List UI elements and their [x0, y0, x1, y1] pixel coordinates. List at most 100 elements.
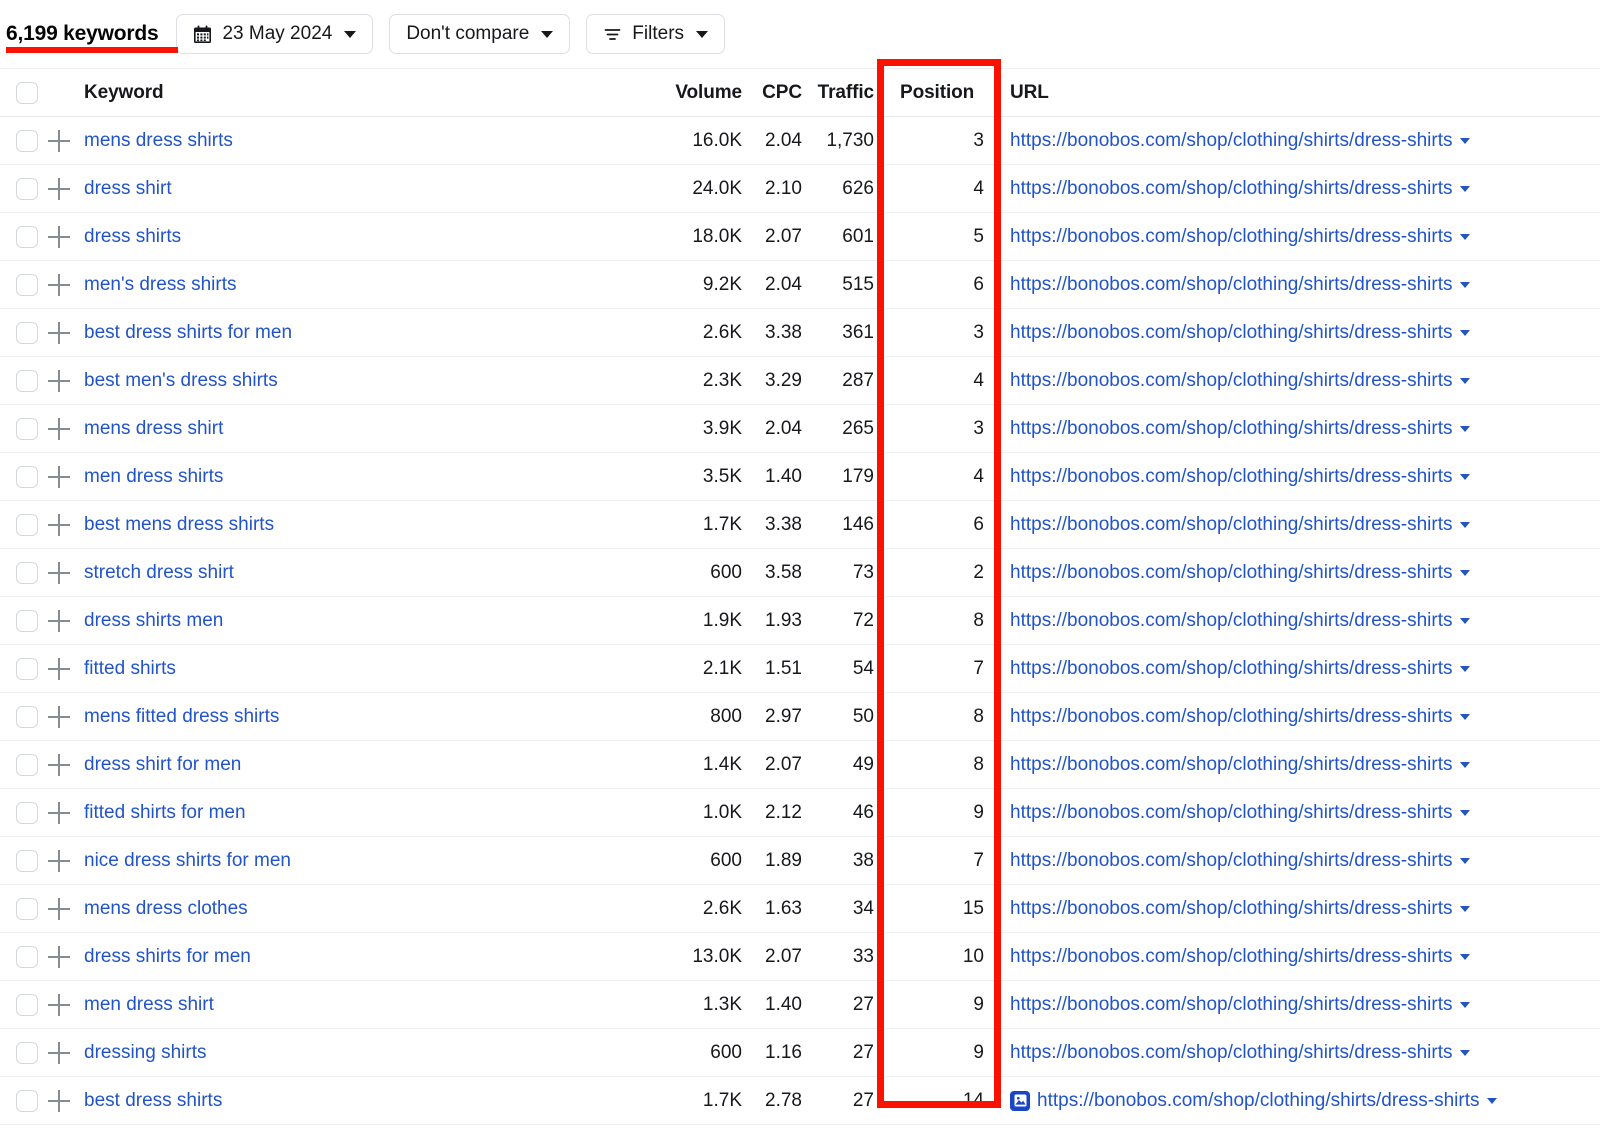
chevron-down-icon[interactable]: [1460, 137, 1471, 144]
url-link[interactable]: https://bonobos.com/shop/clothing/shirts…: [1010, 802, 1452, 824]
keyword-link[interactable]: fitted shirts: [84, 658, 176, 679]
keyword-link[interactable]: men dress shirts: [84, 466, 223, 487]
url-link[interactable]: https://bonobos.com/shop/clothing/shirts…: [1010, 610, 1452, 632]
chevron-down-icon[interactable]: [1460, 665, 1471, 672]
date-picker-button[interactable]: 23 May 2024: [176, 14, 374, 54]
keyword-link[interactable]: dress shirts men: [84, 610, 223, 631]
url-link[interactable]: https://bonobos.com/shop/clothing/shirts…: [1010, 706, 1452, 728]
add-keyword-icon[interactable]: [48, 1089, 70, 1112]
keyword-link[interactable]: best dress shirts: [84, 1090, 222, 1111]
row-checkbox[interactable]: [16, 369, 38, 392]
add-keyword-icon[interactable]: [48, 225, 70, 248]
keyword-link[interactable]: best dress shirts for men: [84, 322, 292, 343]
keyword-link[interactable]: best mens dress shirts: [84, 514, 274, 535]
row-checkbox[interactable]: [16, 561, 38, 584]
add-keyword-icon[interactable]: [48, 561, 70, 584]
keyword-link[interactable]: dressing shirts: [84, 1042, 207, 1063]
add-keyword-icon[interactable]: [48, 657, 70, 680]
url-link[interactable]: https://bonobos.com/shop/clothing/shirts…: [1010, 274, 1452, 296]
add-keyword-icon[interactable]: [48, 753, 70, 776]
row-checkbox[interactable]: [16, 801, 38, 824]
chevron-down-icon[interactable]: [1460, 617, 1471, 624]
add-keyword-icon[interactable]: [48, 417, 70, 440]
row-checkbox[interactable]: [16, 1089, 38, 1112]
chevron-down-icon[interactable]: [1460, 713, 1471, 720]
select-all-checkbox[interactable]: [16, 81, 38, 104]
keyword-link[interactable]: nice dress shirts for men: [84, 850, 291, 871]
keyword-link[interactable]: men's dress shirts: [84, 274, 237, 295]
add-keyword-icon[interactable]: [48, 465, 70, 488]
filters-button[interactable]: Filters: [586, 14, 726, 54]
chevron-down-icon[interactable]: [1460, 905, 1471, 912]
column-header-volume[interactable]: Volume: [654, 69, 750, 117]
add-keyword-icon[interactable]: [48, 945, 70, 968]
add-keyword-icon[interactable]: [48, 369, 70, 392]
url-link[interactable]: https://bonobos.com/shop/clothing/shirts…: [1010, 658, 1452, 680]
url-link[interactable]: https://bonobos.com/shop/clothing/shirts…: [1010, 322, 1452, 344]
keyword-link[interactable]: dress shirts: [84, 226, 181, 247]
add-keyword-icon[interactable]: [48, 849, 70, 872]
row-checkbox[interactable]: [16, 129, 38, 152]
chevron-down-icon[interactable]: [1460, 329, 1471, 336]
add-keyword-icon[interactable]: [48, 129, 70, 152]
row-checkbox[interactable]: [16, 657, 38, 680]
row-checkbox[interactable]: [16, 705, 38, 728]
keyword-link[interactable]: stretch dress shirt: [84, 562, 234, 583]
url-link[interactable]: https://bonobos.com/shop/clothing/shirts…: [1010, 418, 1452, 440]
url-link[interactable]: https://bonobos.com/shop/clothing/shirts…: [1010, 178, 1452, 200]
chevron-down-icon[interactable]: [1460, 473, 1471, 480]
add-keyword-icon[interactable]: [48, 1041, 70, 1064]
chevron-down-icon[interactable]: [1460, 569, 1471, 576]
column-header-url[interactable]: URL: [1000, 69, 1600, 117]
url-link[interactable]: https://bonobos.com/shop/clothing/shirts…: [1010, 898, 1452, 920]
keyword-link[interactable]: mens dress clothes: [84, 898, 248, 919]
add-keyword-icon[interactable]: [48, 321, 70, 344]
url-link[interactable]: https://bonobos.com/shop/clothing/shirts…: [1010, 226, 1452, 248]
row-checkbox[interactable]: [16, 849, 38, 872]
chevron-down-icon[interactable]: [1460, 1049, 1471, 1056]
row-checkbox[interactable]: [16, 753, 38, 776]
url-link[interactable]: https://bonobos.com/shop/clothing/shirts…: [1010, 130, 1452, 152]
compare-dropdown-button[interactable]: Don't compare: [389, 14, 571, 54]
url-link[interactable]: https://bonobos.com/shop/clothing/shirts…: [1010, 754, 1452, 776]
column-header-position[interactable]: Position: [882, 69, 1000, 117]
row-checkbox[interactable]: [16, 897, 38, 920]
add-keyword-icon[interactable]: [48, 897, 70, 920]
row-checkbox[interactable]: [16, 1041, 38, 1064]
chevron-down-icon[interactable]: [1460, 761, 1471, 768]
row-checkbox[interactable]: [16, 177, 38, 200]
url-link[interactable]: https://bonobos.com/shop/clothing/shirts…: [1010, 1042, 1452, 1064]
chevron-down-icon[interactable]: [1460, 1001, 1471, 1008]
column-header-keyword[interactable]: Keyword: [84, 69, 654, 117]
chevron-down-icon[interactable]: [1487, 1097, 1498, 1104]
chevron-down-icon[interactable]: [1460, 809, 1471, 816]
keyword-link[interactable]: dress shirt: [84, 178, 172, 199]
keyword-link[interactable]: mens fitted dress shirts: [84, 706, 279, 727]
row-checkbox[interactable]: [16, 273, 38, 296]
chevron-down-icon[interactable]: [1460, 233, 1471, 240]
url-link[interactable]: https://bonobos.com/shop/clothing/shirts…: [1010, 850, 1452, 872]
row-checkbox[interactable]: [16, 609, 38, 632]
keyword-link[interactable]: dress shirts for men: [84, 946, 251, 967]
url-link[interactable]: https://bonobos.com/shop/clothing/shirts…: [1010, 370, 1452, 392]
add-keyword-icon[interactable]: [48, 705, 70, 728]
keyword-link[interactable]: mens dress shirts: [84, 130, 233, 151]
row-checkbox[interactable]: [16, 225, 38, 248]
row-checkbox[interactable]: [16, 465, 38, 488]
chevron-down-icon[interactable]: [1460, 377, 1471, 384]
keyword-link[interactable]: dress shirt for men: [84, 754, 241, 775]
url-link[interactable]: https://bonobos.com/shop/clothing/shirts…: [1010, 514, 1452, 536]
chevron-down-icon[interactable]: [1460, 185, 1471, 192]
chevron-down-icon[interactable]: [1460, 953, 1471, 960]
url-link[interactable]: https://bonobos.com/shop/clothing/shirts…: [1010, 466, 1452, 488]
url-link[interactable]: https://bonobos.com/shop/clothing/shirts…: [1010, 946, 1452, 968]
row-checkbox[interactable]: [16, 417, 38, 440]
chevron-down-icon[interactable]: [1460, 857, 1471, 864]
row-checkbox[interactable]: [16, 993, 38, 1016]
url-link[interactable]: https://bonobos.com/shop/clothing/shirts…: [1010, 994, 1452, 1016]
row-checkbox[interactable]: [16, 321, 38, 344]
row-checkbox[interactable]: [16, 945, 38, 968]
add-keyword-icon[interactable]: [48, 993, 70, 1016]
url-link[interactable]: https://bonobos.com/shop/clothing/shirts…: [1037, 1090, 1479, 1112]
add-keyword-icon[interactable]: [48, 177, 70, 200]
